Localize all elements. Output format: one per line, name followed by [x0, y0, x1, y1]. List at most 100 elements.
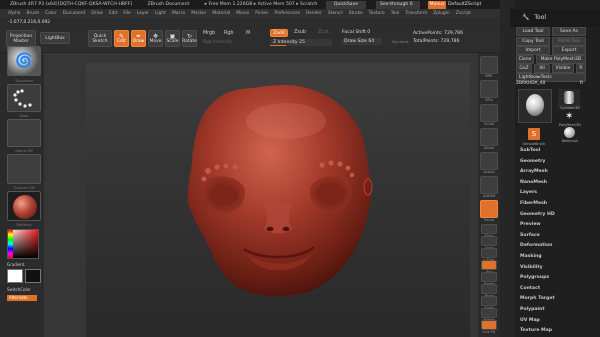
- shelf-rotate-button[interactable]: [481, 308, 497, 318]
- menu-material[interactable]: Material: [212, 11, 230, 16]
- zcut-toggle[interactable]: Zcut: [318, 30, 329, 35]
- shelf-xyz-button[interactable]: [481, 260, 497, 270]
- menu-preferences[interactable]: Preferences: [274, 11, 300, 16]
- quick-sketch-button[interactable]: Quick Sketch: [88, 30, 112, 47]
- sculpt-head-model[interactable]: [86, 63, 470, 337]
- menu-edit[interactable]: Edit: [109, 11, 118, 16]
- color-picker[interactable]: [7, 229, 39, 259]
- menu-stencil[interactable]: Stencil: [328, 11, 343, 16]
- subpalette-uv-map[interactable]: UV Map: [520, 318, 540, 323]
- subpalette-contact[interactable]: Contact: [520, 286, 540, 291]
- edit-button[interactable]: ✎ Edit: [114, 30, 129, 47]
- hue-strip[interactable]: [8, 230, 13, 258]
- make-polymesh3d-button[interactable]: Make PolyMesh3D: [536, 55, 586, 64]
- shelf-aahalf-button[interactable]: [480, 176, 498, 194]
- texture-thumbnail[interactable]: [7, 154, 41, 184]
- menu-picker[interactable]: Picker: [255, 11, 268, 16]
- menu-file[interactable]: File: [123, 11, 130, 16]
- subpalette-morph-target[interactable]: Morph Target: [520, 296, 555, 301]
- shelf-bpr-button[interactable]: [480, 56, 498, 74]
- subpalette-arraymesh[interactable]: ArrayMesh: [520, 169, 548, 174]
- menu-brush[interactable]: Brush: [26, 11, 39, 16]
- shelf-scale-button[interactable]: [481, 296, 497, 306]
- alpha-thumbnail[interactable]: [7, 119, 41, 147]
- menu-macro[interactable]: Macro: [172, 11, 185, 16]
- menu-document[interactable]: Document: [63, 11, 86, 16]
- shelf-zoom-button[interactable]: [480, 128, 498, 146]
- draw-button[interactable]: ✒ Draw: [131, 30, 146, 47]
- shelf-move-button[interactable]: [481, 284, 497, 294]
- subpalette-layers[interactable]: Layers: [520, 190, 537, 195]
- paste-tool-button[interactable]: Paste Tool: [552, 37, 586, 46]
- secondary-color-swatch[interactable]: [25, 269, 41, 283]
- subpalette-polypaint[interactable]: Polypaint: [520, 307, 545, 312]
- material-thumbnail[interactable]: [7, 191, 41, 221]
- menu-zplugin[interactable]: Zplugin: [433, 11, 450, 16]
- load-tool-button[interactable]: Load Tool: [516, 27, 550, 36]
- main-color-swatch[interactable]: [7, 269, 23, 283]
- copy-tool-button[interactable]: Copy Tool: [516, 37, 550, 46]
- shelf-line-fill-button[interactable]: [481, 320, 497, 330]
- subpalette-subtool[interactable]: SubTool: [520, 148, 540, 153]
- current-tool-thumbnail[interactable]: [518, 89, 552, 123]
- subpalette-masking[interactable]: Masking: [520, 254, 542, 259]
- z-intensity-slider[interactable]: Z Intensity 25: [270, 39, 332, 46]
- menu-tool[interactable]: Tool: [391, 11, 400, 16]
- document-canvas[interactable]: [86, 63, 470, 337]
- shelf-floor-button[interactable]: [481, 224, 497, 234]
- clone-button[interactable]: Clone: [516, 55, 534, 64]
- shelf-frame-button[interactable]: [481, 272, 497, 282]
- shelf-local-button[interactable]: [481, 236, 497, 246]
- menu-zscript[interactable]: Zscript: [456, 11, 471, 16]
- focal-shift-slider[interactable]: Focal Shift 0: [342, 29, 404, 36]
- quicksave-button[interactable]: QuickSave: [326, 1, 366, 9]
- lightbox-button[interactable]: LightBox: [40, 32, 70, 44]
- rgb-intensity-slider[interactable]: Rgb Intensity: [203, 40, 232, 45]
- projection-master-button[interactable]: Projection Master: [6, 30, 36, 47]
- shelf-scroll-button[interactable]: [480, 104, 498, 122]
- current-tool-r[interactable]: R: [580, 81, 583, 86]
- tool-palette-header[interactable]: 🔧 Tool: [510, 9, 600, 27]
- subpalette-fibermesh[interactable]: FiberMesh: [520, 201, 547, 206]
- save-as-button[interactable]: Save As: [552, 27, 586, 36]
- menu-texture[interactable]: Texture: [369, 11, 385, 16]
- import-button[interactable]: Import: [516, 46, 550, 55]
- menu-layer[interactable]: Layer: [137, 11, 149, 16]
- menus-button[interactable]: Menus: [428, 1, 446, 9]
- visible-button[interactable]: Visible: [552, 64, 574, 73]
- simplebrush-tool[interactable]: S: [528, 128, 540, 140]
- shelf-spix-button[interactable]: [480, 80, 498, 98]
- stroke-thumbnail[interactable]: [7, 84, 41, 112]
- menu-color[interactable]: Color: [45, 11, 56, 16]
- shelf-actual-button[interactable]: [480, 152, 498, 170]
- menu-marker[interactable]: Marker: [191, 11, 206, 16]
- zsub-toggle[interactable]: Zsub: [294, 30, 306, 35]
- default-zscript-button[interactable]: DefaultZScript: [448, 1, 500, 9]
- mrgb-toggle[interactable]: Mrgb: [203, 31, 215, 36]
- see-through-slider[interactable]: See-through 0: [376, 1, 420, 9]
- gradient-toggle[interactable]: Gradient: [7, 262, 24, 267]
- goz-button[interactable]: GoZ: [516, 64, 532, 73]
- subpalette-geometry[interactable]: Geometry: [520, 159, 545, 164]
- switch-color-button[interactable]: SwitchColor: [7, 287, 31, 292]
- menu-transform[interactable]: Transform: [405, 11, 427, 16]
- subpalette-surface[interactable]: Surface: [520, 233, 540, 238]
- alternate-button[interactable]: Alternate: [7, 295, 37, 301]
- menu-draw[interactable]: Draw: [91, 11, 102, 16]
- subpalette-nanomesh[interactable]: NanoMesh: [520, 180, 547, 185]
- shelf-persp-button[interactable]: [480, 200, 498, 218]
- move-button[interactable]: ✥ Move: [148, 30, 163, 47]
- all-button[interactable]: All: [534, 64, 550, 73]
- zadd-toggle[interactable]: Zadd: [270, 29, 288, 37]
- r-button[interactable]: R: [576, 64, 586, 73]
- subpalette-polygroups[interactable]: Polygroups: [520, 275, 549, 280]
- subpalette-geometry-hd[interactable]: Geometry HD: [520, 212, 555, 217]
- menu-stroke[interactable]: Stroke: [349, 11, 363, 16]
- menu-alpha[interactable]: Alpha: [8, 11, 20, 16]
- brush-thumbnail[interactable]: 🌀: [7, 46, 41, 76]
- rgb-toggle[interactable]: Rgb: [224, 31, 233, 36]
- subpalette-deformation[interactable]: Deformation: [520, 243, 552, 248]
- rotate-button[interactable]: ↻ Rotate: [182, 30, 197, 47]
- export-button[interactable]: Export: [552, 46, 586, 55]
- subpalette-visibility[interactable]: Visibility: [520, 265, 543, 270]
